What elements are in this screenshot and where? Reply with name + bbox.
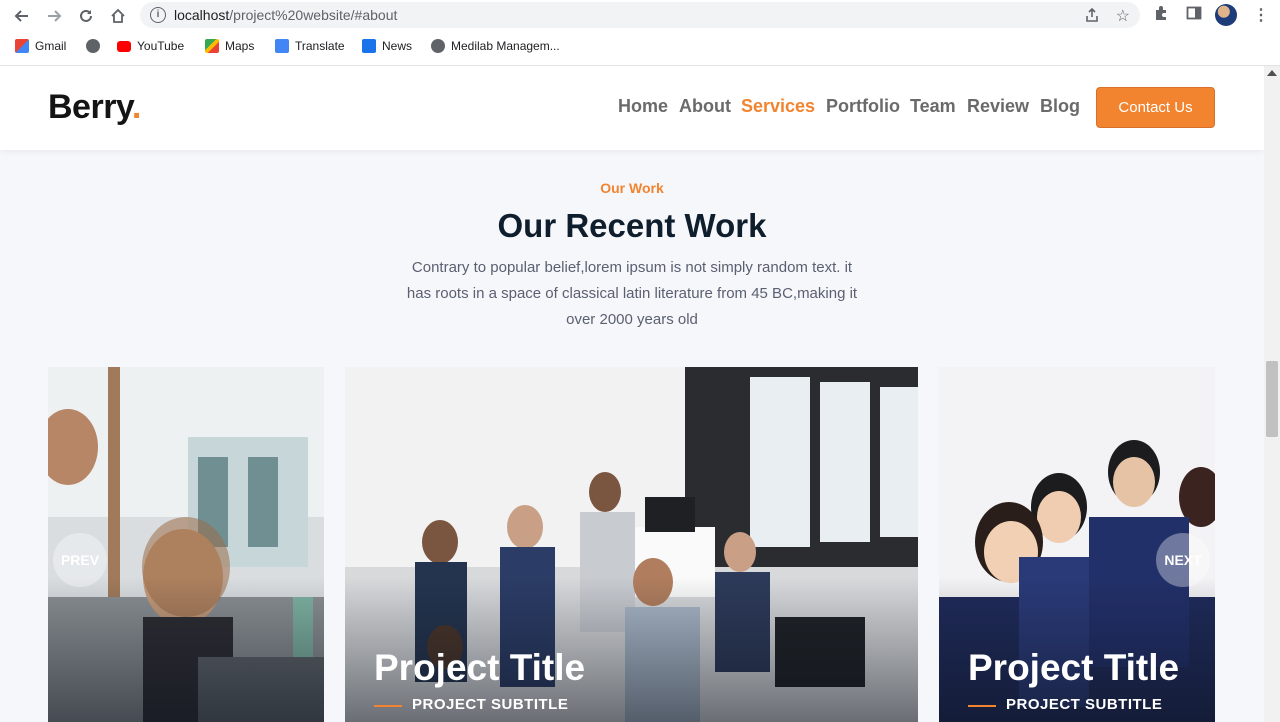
site-info-icon[interactable]: i — [150, 7, 166, 23]
logo-text: Berry — [48, 88, 132, 126]
nav-blog[interactable]: Blog — [1040, 96, 1080, 117]
carousel-prev-button[interactable]: PREV — [53, 533, 107, 587]
gmail-icon — [15, 39, 29, 53]
browser-chrome: i localhost/project%20website/#about ☆ ⋮… — [0, 0, 1280, 66]
project-subtitle: PROJECT SUBTITLE — [373, 696, 569, 713]
extensions-icon[interactable] — [1153, 5, 1169, 26]
nav-team[interactable]: Team — [910, 96, 956, 117]
nav-review[interactable]: Review — [967, 96, 1029, 117]
logo-dot: . — [131, 88, 141, 126]
bookmark-label: Gmail — [35, 39, 67, 53]
share-icon[interactable] — [1084, 7, 1100, 28]
url-path: /project%20website/#about — [229, 7, 398, 23]
section-eyebrow: Our Work — [600, 180, 664, 196]
carousel-next-button[interactable]: NEXT — [1156, 533, 1210, 587]
bookmark-star-icon[interactable]: ☆ — [1116, 6, 1130, 26]
site-header: Berry. Home About Services Portfolio Tea… — [0, 66, 1264, 150]
reload-icon[interactable] — [75, 5, 97, 27]
globe-icon — [86, 39, 100, 53]
address-bar[interactable]: i localhost/project%20website/#about ☆ — [140, 2, 1140, 28]
profile-avatar[interactable] — [1215, 4, 1237, 26]
bookmark-gmail[interactable]: Gmail — [15, 39, 66, 53]
bookmarks-bar: Gmail YouTube Maps Translate News Medila… — [0, 33, 1280, 61]
browser-toolbar: i localhost/project%20website/#about ☆ ⋮ — [0, 0, 1280, 31]
nav-home[interactable]: Home — [618, 96, 668, 117]
bookmark-maps[interactable]: Maps — [205, 39, 254, 53]
project-title: Project Title — [968, 647, 1180, 688]
bookmark-label: YouTube — [137, 39, 185, 53]
home-icon[interactable] — [107, 5, 129, 27]
bookmark-youtube[interactable]: YouTube — [117, 39, 184, 53]
nav-services[interactable]: Services — [741, 96, 815, 117]
bookmark-label: Translate — [295, 39, 345, 53]
translate-icon — [275, 39, 289, 53]
forward-arrow-icon[interactable] — [43, 5, 65, 27]
browser-menu-icon[interactable]: ⋮ — [1253, 5, 1269, 25]
site-logo[interactable]: Berry. — [48, 88, 141, 127]
page-viewport: Berry. Home About Services Portfolio Tea… — [0, 66, 1264, 722]
bookmark-news[interactable]: News — [362, 39, 412, 53]
youtube-icon — [117, 40, 131, 52]
url-host: localhost — [174, 7, 230, 23]
contact-us-button[interactable]: Contact Us — [1096, 87, 1215, 128]
maps-icon — [205, 39, 219, 53]
bookmark-globe[interactable] — [86, 39, 100, 53]
nav-portfolio[interactable]: Portfolio — [826, 96, 900, 117]
scroll-up-arrow-icon[interactable] — [1267, 70, 1277, 76]
side-panel-icon[interactable] — [1186, 5, 1202, 26]
globe-icon — [431, 39, 445, 53]
news-icon — [362, 39, 376, 53]
bookmark-label: News — [382, 39, 413, 53]
card-shade — [48, 577, 324, 722]
project-card-center[interactable]: Project Title PROJECT SUBTITLE — [345, 367, 918, 722]
bookmark-medilab[interactable]: Medilab Managem... — [431, 39, 560, 53]
back-arrow-icon[interactable] — [11, 5, 33, 27]
url-text: localhost/project%20website/#about — [174, 7, 397, 23]
section-title: Our Recent Work — [497, 207, 767, 244]
nav-about[interactable]: About — [679, 96, 731, 117]
project-title: Project Title — [374, 647, 586, 688]
scrollbar-thumb[interactable] — [1266, 361, 1278, 437]
section-description: Contrary to popular belief,lorem ipsum i… — [406, 259, 858, 328]
bookmark-label: Maps — [225, 39, 255, 53]
bookmark-label: Medilab Managem... — [451, 39, 560, 53]
bookmark-translate[interactable]: Translate — [275, 39, 345, 53]
project-subtitle: PROJECT SUBTITLE — [967, 696, 1163, 713]
